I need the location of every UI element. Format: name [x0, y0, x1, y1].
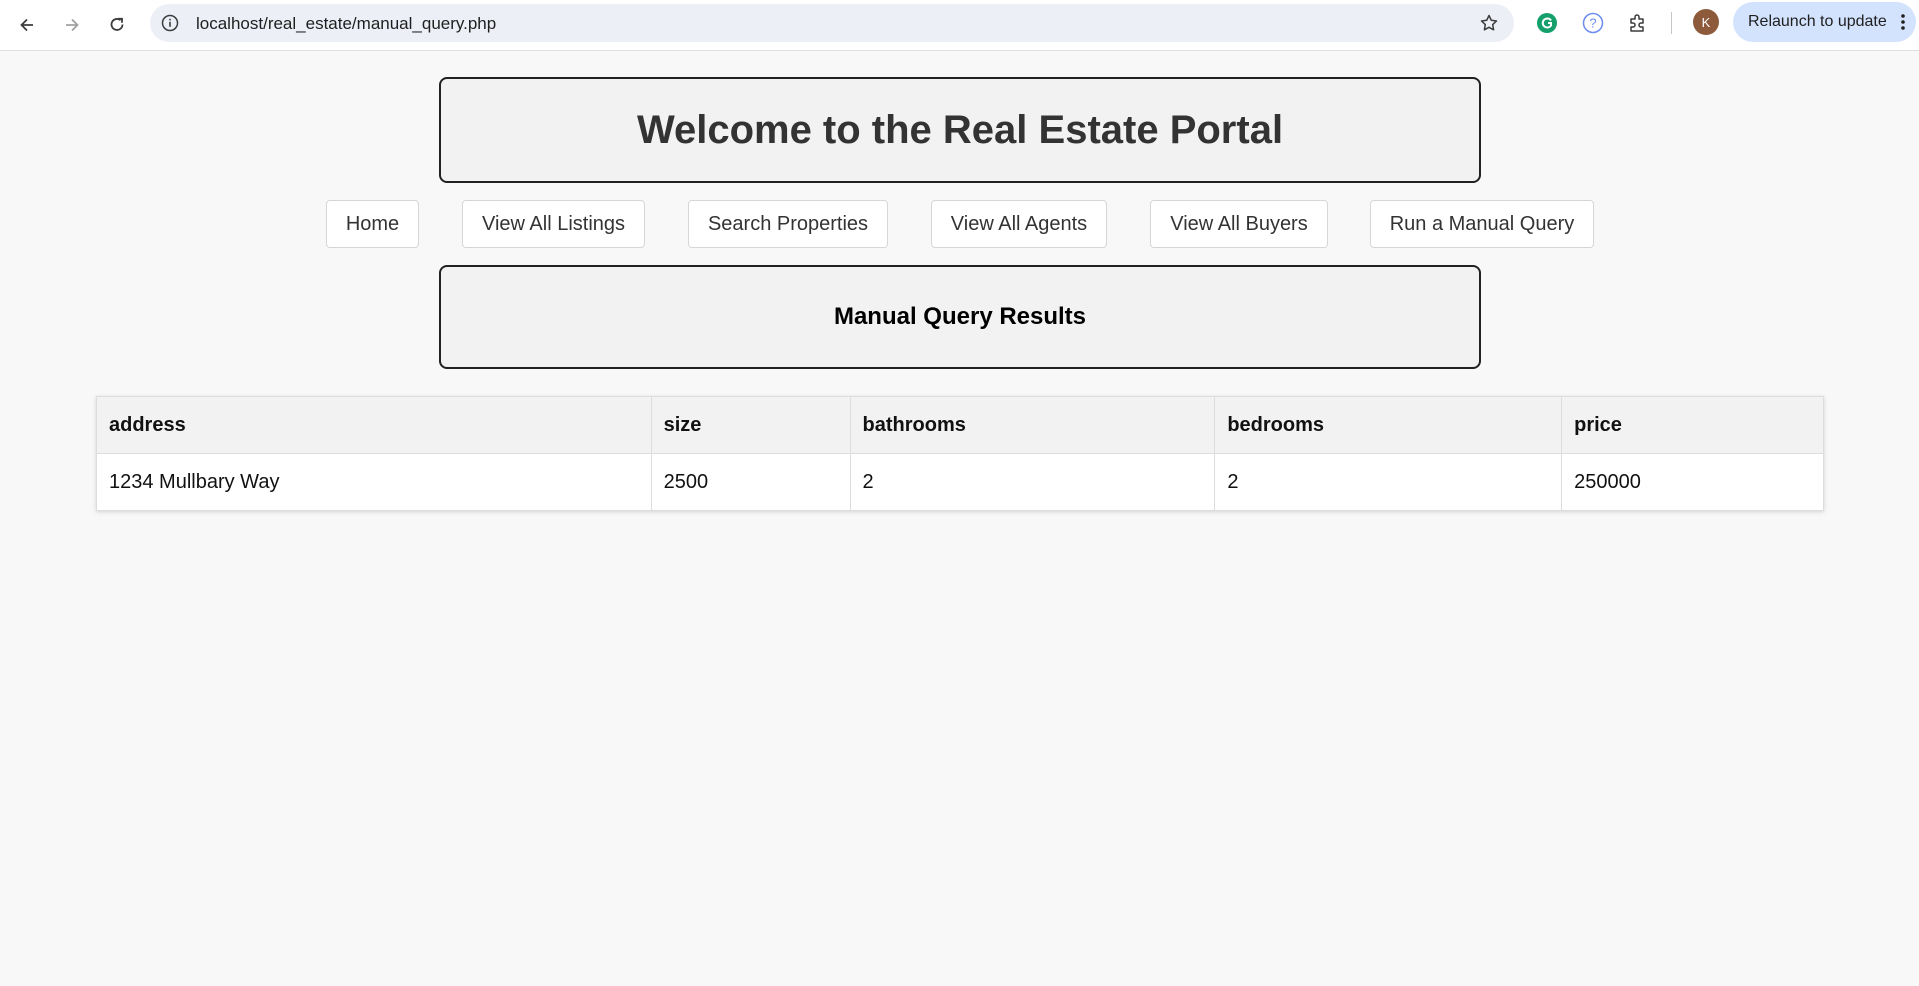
extensions-puzzle-icon[interactable] [1625, 10, 1651, 36]
cell-bedrooms: 2 [1214, 453, 1563, 511]
column-header-size: size [650, 396, 851, 454]
relaunch-button[interactable]: Relaunch to update [1733, 2, 1916, 42]
nav-view-all-listings-button[interactable]: View All Listings [462, 200, 645, 248]
nav-view-all-agents-button[interactable]: View All Agents [931, 200, 1107, 248]
help-extension-icon[interactable]: ? [1580, 10, 1606, 36]
site-info-icon[interactable] [160, 13, 180, 33]
cell-size: 2500 [650, 453, 851, 511]
nav-search-properties-button[interactable]: Search Properties [688, 200, 888, 248]
nav-home-button[interactable]: Home [326, 200, 419, 248]
cell-address: 1234 Mullbary Way [96, 453, 652, 511]
grammarly-extension-icon[interactable] [1534, 10, 1560, 36]
arrow-left-icon [20, 18, 33, 32]
bookmark-star-icon[interactable] [1478, 12, 1500, 34]
svg-text:?: ? [1589, 16, 1596, 31]
main-nav: Home View All Listings Search Properties… [0, 200, 1919, 248]
more-menu-icon[interactable] [1900, 13, 1906, 31]
results-heading: Manual Query Results [833, 303, 1087, 330]
column-header-bedrooms: bedrooms [1214, 396, 1563, 454]
nav-run-manual-query-button[interactable]: Run a Manual Query [1370, 200, 1594, 248]
cell-price: 250000 [1561, 453, 1824, 511]
table-header-row: address size bathrooms bedrooms price [96, 396, 1824, 454]
portal-header: Welcome to the Real Estate Portal [439, 77, 1481, 183]
forward-button[interactable] [56, 9, 88, 41]
address-bar[interactable]: localhost/real_estate/manual_query.php [150, 4, 1514, 42]
browser-toolbar: localhost/real_estate/manual_query.php ?… [0, 0, 1919, 51]
toolbar-divider [1671, 12, 1672, 34]
reload-button[interactable] [101, 9, 133, 41]
back-button[interactable] [11, 9, 43, 41]
page-title: Welcome to the Real Estate Portal [636, 107, 1284, 152]
relaunch-label: Relaunch to update [1748, 13, 1887, 30]
table-row: 1234 Mullbary Way 2500 2 2 250000 [96, 453, 1824, 511]
results-header: Manual Query Results [439, 265, 1481, 369]
column-header-address: address [96, 396, 652, 454]
results-table: address size bathrooms bedrooms price 12… [96, 396, 1824, 511]
nav-view-all-buyers-button[interactable]: View All Buyers [1150, 200, 1328, 248]
arrow-right-icon [66, 18, 79, 32]
cell-bathrooms: 2 [849, 453, 1216, 511]
column-header-bathrooms: bathrooms [849, 396, 1216, 454]
column-header-price: price [1561, 396, 1824, 454]
profile-avatar[interactable]: K [1693, 9, 1719, 35]
reload-icon [110, 17, 124, 31]
url-text[interactable]: localhost/real_estate/manual_query.php [196, 14, 496, 34]
